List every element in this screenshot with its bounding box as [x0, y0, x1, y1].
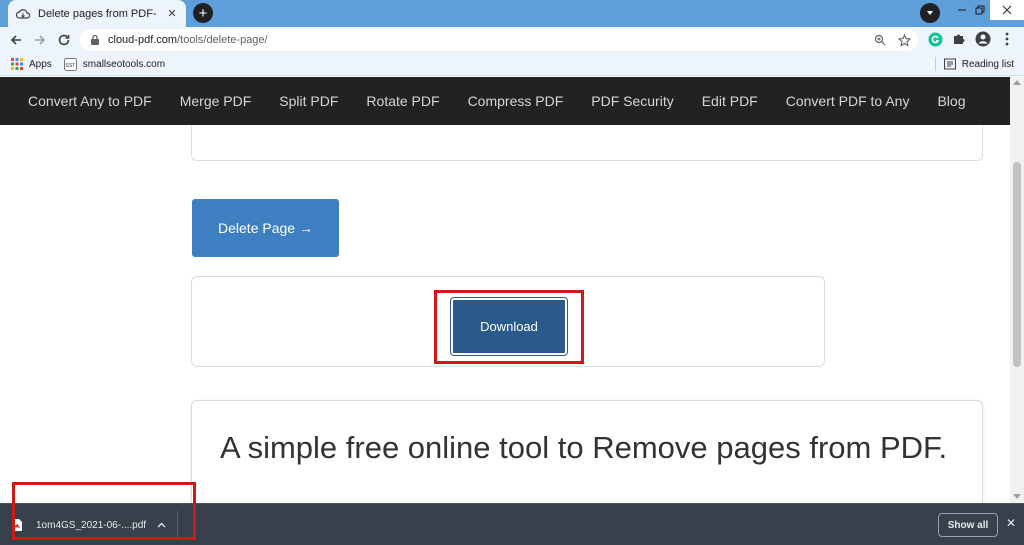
tab-strip: Delete pages from PDF- Remove ✕ + — [0, 0, 1024, 27]
apps-grid-icon — [10, 58, 23, 71]
cloud-favicon-icon — [16, 7, 30, 21]
browser-tab[interactable]: Delete pages from PDF- Remove ✕ — [8, 0, 186, 27]
page-heading: A simple free online tool to Remove page… — [220, 430, 948, 465]
tab-close-icon[interactable]: ✕ — [166, 7, 178, 20]
extensions-puzzle-icon[interactable] — [950, 30, 968, 48]
nav-convert-pdf-to-any[interactable]: Convert PDF to Any — [786, 93, 910, 109]
url-host: cloud-pdf.com — [108, 34, 178, 46]
lock-icon — [90, 34, 102, 46]
nav-pdf-security[interactable]: PDF Security — [591, 93, 673, 109]
forward-arrow-icon[interactable] — [28, 28, 52, 52]
kebab-menu-icon[interactable] — [998, 30, 1016, 48]
bookmark-smallseotools[interactable]: SST smallseotools.com — [63, 57, 166, 71]
tab-title: Delete pages from PDF- Remove — [38, 7, 160, 20]
reload-icon[interactable] — [52, 28, 76, 52]
site-nav: Convert Any to PDF Merge PDF Split PDF R… — [0, 77, 1024, 125]
reading-list-label: Reading list — [961, 58, 1014, 70]
bookmarks-bar: Apps SST smallseotools.com Reading list — [0, 53, 1024, 76]
reading-list-button[interactable]: Reading list — [934, 57, 1014, 71]
svg-text:SST: SST — [65, 63, 75, 69]
address-bar[interactable]: cloud-pdf.com /tools/delete-page/ — [80, 29, 918, 51]
nav-compress-pdf[interactable]: Compress PDF — [468, 93, 564, 109]
nav-merge-pdf[interactable]: Merge PDF — [180, 93, 252, 109]
browser-toolbar: cloud-pdf.com /tools/delete-page/ — [0, 27, 1024, 53]
nav-split-pdf[interactable]: Split PDF — [279, 93, 338, 109]
bookmark-label: Apps — [29, 58, 52, 70]
delete-page-button[interactable]: Delete Page → — [192, 199, 339, 257]
divider — [934, 57, 936, 71]
shelf-close-icon[interactable]: ✕ — [1004, 516, 1018, 530]
profile-avatar-icon[interactable] — [974, 30, 992, 48]
scroll-thumb[interactable] — [1013, 162, 1021, 367]
nav-rotate-pdf[interactable]: Rotate PDF — [366, 93, 439, 109]
nav-convert-any-to-pdf[interactable]: Convert Any to PDF — [28, 93, 152, 109]
window-close-icon[interactable] — [990, 0, 1024, 20]
bookmark-apps[interactable]: Apps — [10, 58, 52, 71]
nav-blog[interactable]: Blog — [937, 93, 965, 109]
back-arrow-icon[interactable] — [4, 28, 28, 52]
show-all-button[interactable]: Show all — [938, 513, 998, 537]
bookmark-star-icon[interactable] — [896, 32, 912, 48]
download-button[interactable]: Download — [450, 297, 568, 356]
reading-list-icon — [943, 58, 956, 70]
download-shelf: 1om4GS_2021-06-....pdf Show all ✕ — [0, 482, 1024, 545]
file-highlight-box — [12, 482, 196, 540]
new-tab-button[interactable]: + — [193, 3, 213, 23]
url-path: /tools/delete-page/ — [177, 34, 268, 46]
scroll-up-icon[interactable] — [1013, 80, 1021, 85]
description-card: A simple free online tool to Remove page… — [191, 400, 983, 503]
nav-edit-pdf[interactable]: Edit PDF — [702, 93, 758, 109]
page-scrollbar[interactable] — [1010, 77, 1024, 503]
bookmark-label: smallseotools.com — [82, 58, 166, 70]
grammarly-extension-icon[interactable] — [926, 30, 944, 48]
scroll-down-icon[interactable] — [1013, 494, 1021, 499]
page-content: Delete Page → Download A simple free onl… — [0, 125, 1010, 503]
profile-menu-icon[interactable] — [920, 3, 940, 23]
sst-favicon-icon: SST — [63, 57, 77, 71]
upload-card — [191, 125, 983, 161]
zoom-icon[interactable] — [872, 32, 888, 48]
